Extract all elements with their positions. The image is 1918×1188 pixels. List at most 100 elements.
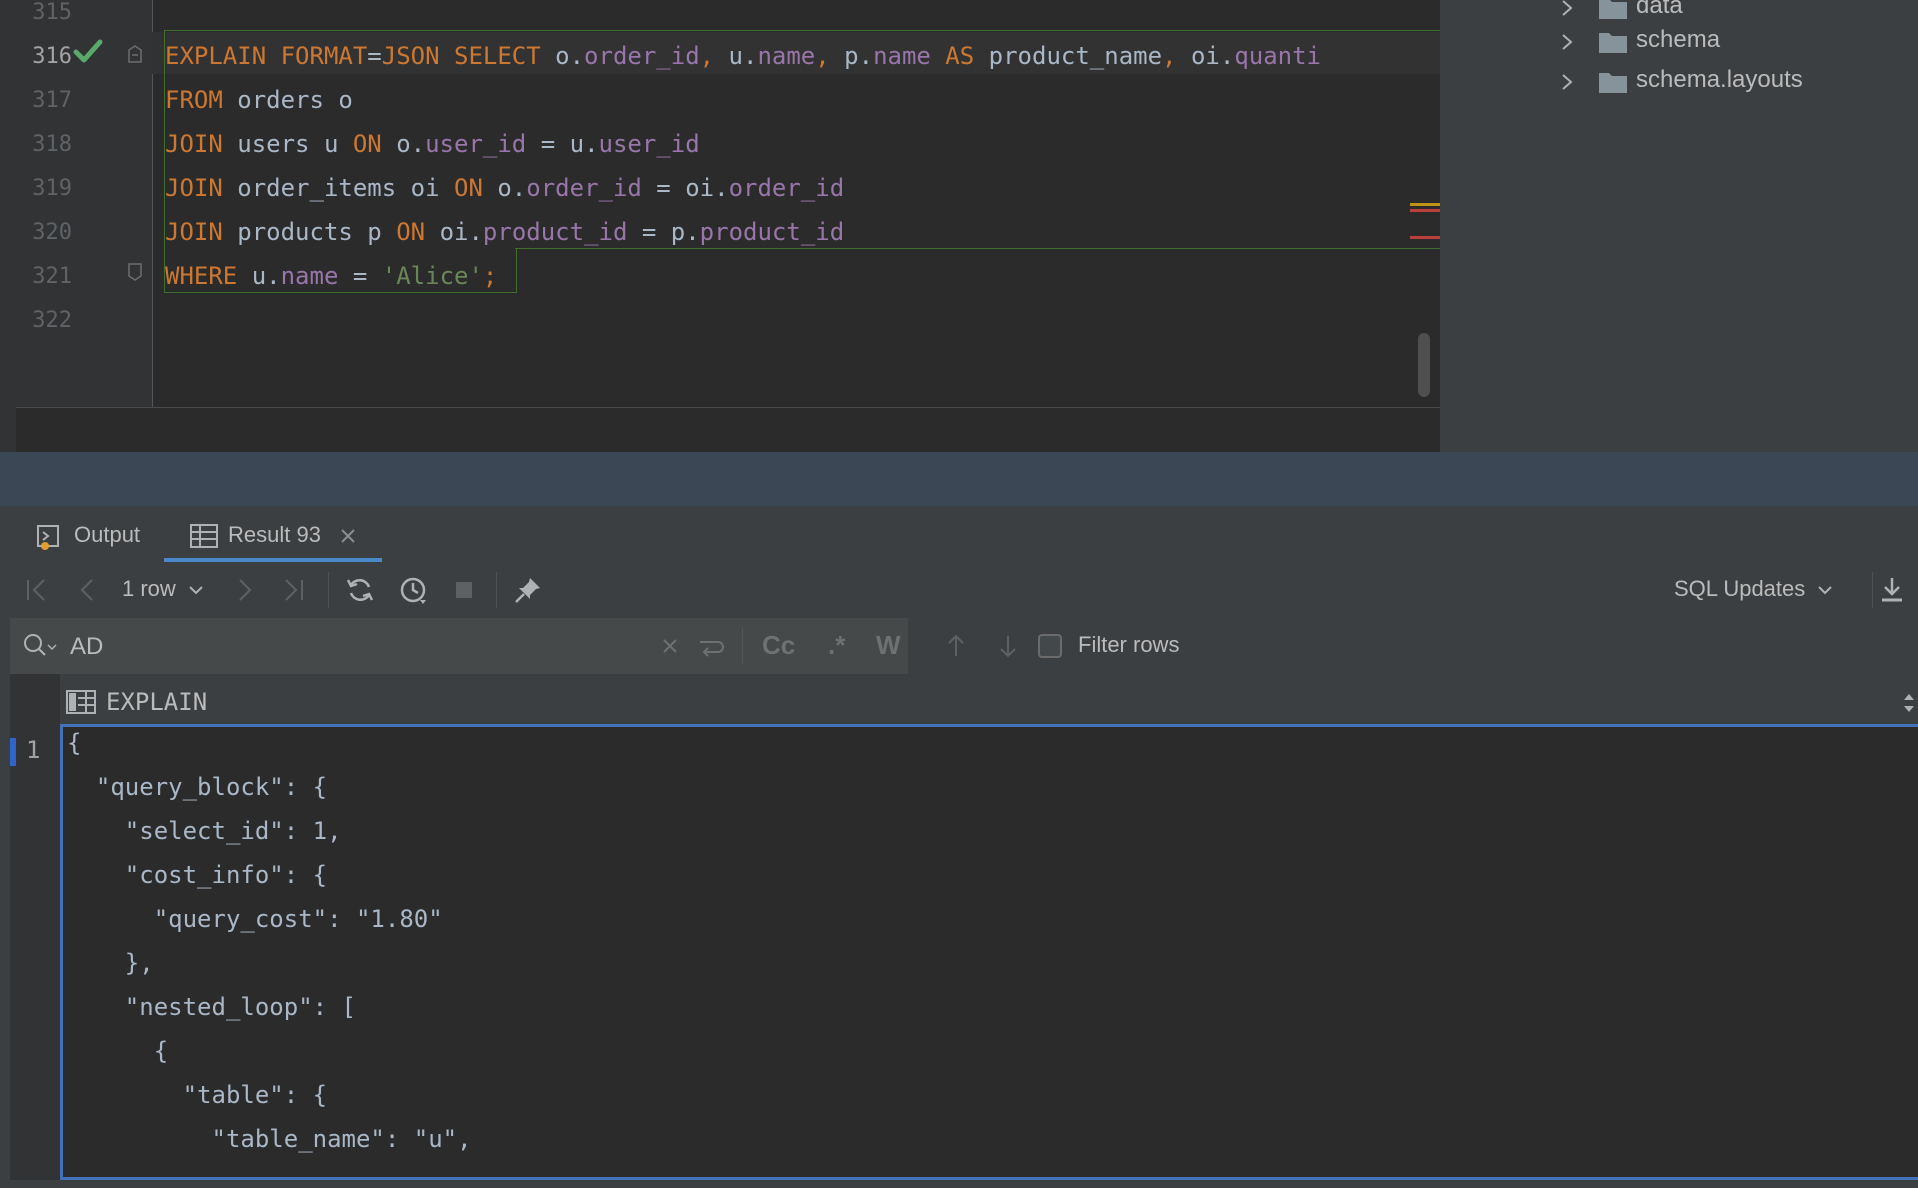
- column-header-row: EXPLAIN: [0, 674, 1918, 730]
- sort-icon[interactable]: [1902, 692, 1916, 714]
- match-case-button[interactable]: Cc: [762, 630, 795, 661]
- filter-rows-checkbox[interactable]: [1038, 634, 1062, 658]
- tool-window-bottom: [0, 1180, 1918, 1188]
- code-token: ,: [699, 42, 729, 70]
- warning-marker[interactable]: [1410, 203, 1440, 206]
- line-number: 320: [32, 220, 72, 245]
- explain-json-cell[interactable]: { "query_block": { "select_id": 1, "cost…: [60, 724, 1918, 1180]
- code-token: o.: [555, 42, 585, 70]
- code-token: = oi.: [641, 174, 729, 202]
- code-token: =: [338, 262, 382, 290]
- next-page-icon[interactable]: [228, 574, 260, 606]
- stop-icon[interactable]: [448, 574, 480, 606]
- rows-dropdown[interactable]: 1 row: [122, 576, 204, 602]
- json-line: "table": {: [67, 1081, 328, 1109]
- code-token: u.: [728, 42, 758, 70]
- code-line[interactable]: JOIN order_items oi ON o.order_id = oi.o…: [165, 174, 844, 202]
- pin-icon[interactable]: [512, 574, 544, 606]
- line-number: 319: [32, 176, 72, 201]
- code-token: u.: [251, 262, 281, 290]
- column-icon: [66, 690, 96, 714]
- line-number: 316: [32, 44, 72, 69]
- error-marker[interactable]: [1410, 209, 1440, 212]
- line-number: 321: [32, 264, 72, 289]
- toolbar-separator: [1872, 572, 1873, 608]
- panel-splitter[interactable]: [0, 452, 1918, 506]
- last-page-icon[interactable]: [276, 574, 308, 606]
- code-token: o.: [396, 130, 426, 158]
- search-input[interactable]: [68, 628, 632, 666]
- search-icon[interactable]: [22, 632, 58, 660]
- code-line[interactable]: WHERE u.name = 'Alice';: [165, 262, 497, 290]
- fold-end-icon[interactable]: [126, 262, 144, 282]
- line-number: 315: [32, 0, 72, 25]
- code-token: ,: [815, 42, 845, 70]
- next-occurrence-icon[interactable]: [992, 630, 1024, 662]
- code-token: = u.: [526, 130, 599, 158]
- tab-result[interactable]: Result 93: [164, 506, 382, 562]
- services-tool-window: Output Result 93 1 row SQL Updates AD Cc…: [0, 506, 1918, 1188]
- project-tree: data schema schema.layouts: [1440, 0, 1918, 452]
- fold-start-icon[interactable]: [126, 44, 144, 64]
- filter-rows-label[interactable]: Filter rows: [1078, 632, 1179, 658]
- code-token: order_items oi: [237, 174, 454, 202]
- new-line-icon[interactable]: [694, 630, 726, 662]
- code-token: order_id: [728, 174, 845, 202]
- code-token: 'Alice': [381, 262, 483, 290]
- column-header-explain[interactable]: EXPLAIN: [106, 688, 207, 716]
- editor-scrollbar[interactable]: [1418, 333, 1430, 397]
- json-line: "select_id": 1,: [67, 817, 342, 845]
- refresh-icon[interactable]: [344, 574, 376, 606]
- error-marker[interactable]: [1410, 236, 1440, 239]
- words-button[interactable]: W: [876, 630, 901, 661]
- previous-page-icon[interactable]: [72, 574, 104, 606]
- column-header-gutter: [10, 674, 60, 730]
- tab-result-label: Result 93: [228, 522, 321, 547]
- folder-icon: [1599, 0, 1627, 19]
- code-token: ,: [1162, 42, 1191, 70]
- code-line[interactable]: JOIN products p ON oi.product_id = p.pro…: [165, 218, 844, 246]
- chevron-right-icon[interactable]: [1560, 32, 1574, 52]
- sql-updates-dropdown[interactable]: SQL Updates: [1674, 576, 1833, 602]
- line-number: 317: [32, 88, 72, 113]
- row-number[interactable]: 1: [26, 736, 40, 764]
- previous-occurrence-icon[interactable]: [940, 630, 972, 662]
- first-page-icon[interactable]: [22, 574, 54, 606]
- close-icon[interactable]: [340, 528, 356, 544]
- search-separator: [742, 628, 743, 664]
- tab-output[interactable]: Output: [30, 506, 150, 562]
- rows-dropdown-label: 1 row: [122, 576, 176, 601]
- json-line: "query_cost": "1.80": [67, 905, 443, 933]
- tree-item-label: schema: [1636, 26, 1721, 53]
- code-token: oi.: [439, 218, 483, 246]
- code-token: EXPLAIN FORMAT: [165, 42, 368, 70]
- search-field: Cc .* W: [10, 618, 908, 674]
- tree-item-schema-layouts[interactable]: schema.layouts: [1440, 62, 1918, 102]
- json-line: },: [67, 949, 154, 977]
- regex-button[interactable]: .*: [828, 630, 845, 661]
- json-line: {: [67, 729, 82, 757]
- code-line[interactable]: JOIN users u ON o.user_id = u.user_id: [165, 130, 700, 158]
- code-token: order_id: [526, 174, 642, 202]
- json-line: "cost_info": {: [67, 861, 328, 889]
- code-token: WHERE: [165, 262, 252, 290]
- tree-item-label: schema.layouts: [1636, 66, 1803, 93]
- folder-icon: [1599, 73, 1627, 93]
- execution-success-check-icon: [73, 39, 103, 63]
- selected-row-marker: [10, 738, 16, 766]
- json-line: "nested_loop": [: [67, 993, 356, 1021]
- download-icon[interactable]: [1876, 574, 1908, 606]
- json-line: "query_block": {: [67, 773, 328, 801]
- sql-editor[interactable]: 315 316 EXPLAIN FORMAT=JSON SELECT o.order…: [0, 0, 1441, 453]
- clear-search-icon[interactable]: [654, 630, 686, 662]
- chevron-right-icon[interactable]: [1560, 72, 1574, 92]
- code-line[interactable]: EXPLAIN FORMAT=JSON SELECT o.order_id, u…: [165, 42, 1321, 70]
- output-console-icon: [37, 525, 59, 550]
- tree-item-schema[interactable]: schema: [1440, 22, 1918, 62]
- chevron-down-icon: [1818, 586, 1833, 595]
- row-number-gutter: 1: [10, 730, 60, 1188]
- code-token: user_id: [598, 130, 700, 158]
- chevron-right-icon[interactable]: [1560, 0, 1574, 18]
- history-clock-icon[interactable]: [398, 574, 430, 606]
- code-line[interactable]: FROM orders o: [165, 86, 353, 114]
